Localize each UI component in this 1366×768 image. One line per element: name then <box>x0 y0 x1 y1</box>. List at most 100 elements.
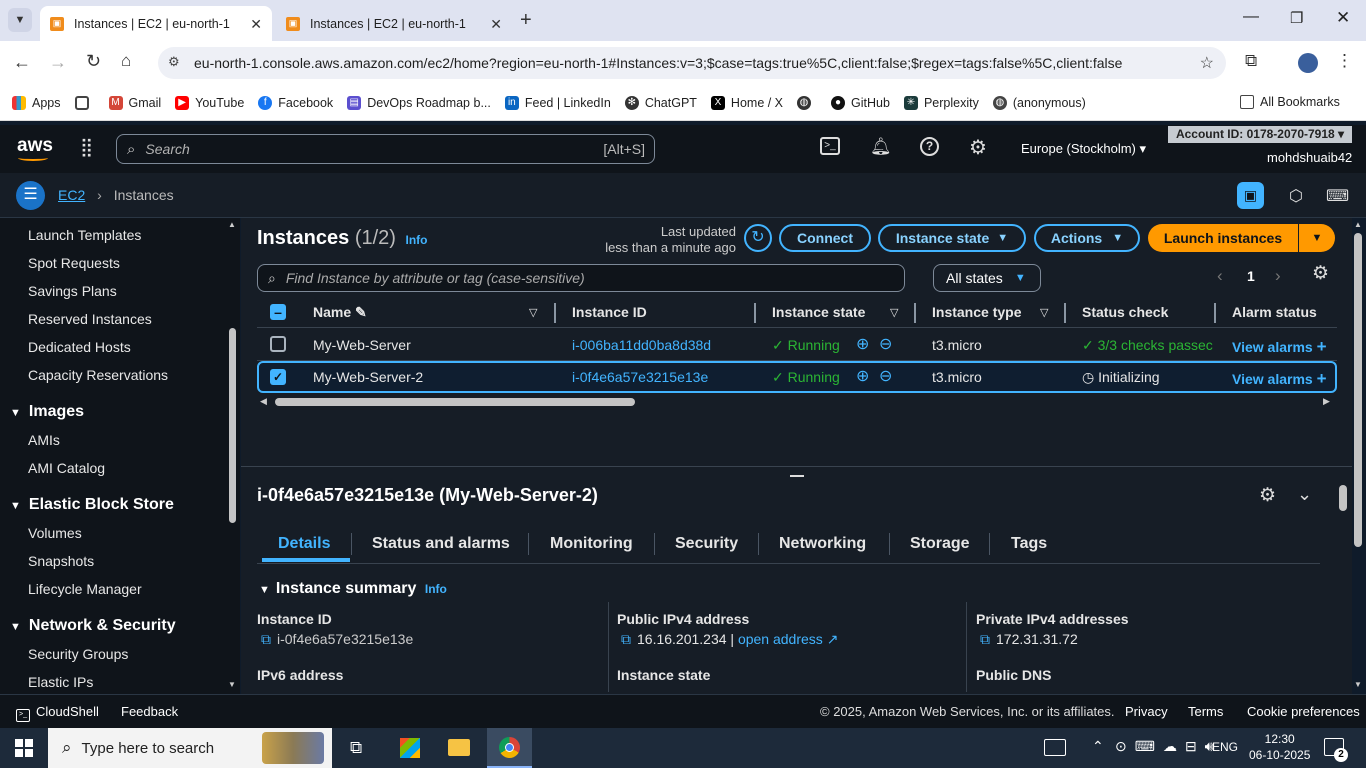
task-view-icon[interactable]: ⧉ <box>350 738 362 758</box>
copy-icon[interactable]: ⧉ <box>261 631 271 647</box>
bookmark-anonymous[interactable]: ◍ (anonymous) <box>992 95 1086 110</box>
cloudshell-link[interactable]: >_ CloudShell <box>16 704 99 722</box>
view-alarms-link[interactable]: View alarms + <box>1232 337 1327 357</box>
sort-name-icon[interactable]: ▽ <box>529 306 537 319</box>
extensions-icon[interactable]: ⧉ <box>1245 51 1257 71</box>
bookmark-tab-groups[interactable] <box>74 95 95 110</box>
tab-status-and-alarms[interactable]: Status and alarms <box>372 535 510 553</box>
aws-search-input[interactable]: ⌕ Search [Alt+S] <box>116 134 655 164</box>
split-panel-divider[interactable] <box>241 466 1352 467</box>
column-name[interactable]: Name ✎ <box>313 304 367 321</box>
bookmark-linkedin[interactable]: in Feed | LinkedIn <box>504 95 611 110</box>
bookmark-globe[interactable]: ◍ <box>797 95 817 110</box>
details-settings-gear-icon[interactable]: ⚙ <box>1259 484 1276 507</box>
bookmark-youtube[interactable]: ▶ YouTube <box>175 95 244 110</box>
tab-tags[interactable]: Tags <box>1011 535 1047 553</box>
scroll-right-icon[interactable]: ▶ <box>1323 396 1330 407</box>
sort-type-icon[interactable]: ▽ <box>1040 306 1048 319</box>
address-bar[interactable]: ⚙ eu-north-1.console.aws.amazon.com/ec2/… <box>158 47 1226 79</box>
browser-menu-icon[interactable]: ⋮ <box>1336 51 1353 71</box>
scroll-left-icon[interactable]: ◀ <box>260 396 267 407</box>
main-scroll-down-icon[interactable]: ▼ <box>1354 680 1362 689</box>
launch-dropdown-button[interactable]: ▼ <box>1299 224 1335 252</box>
browser-tab-active[interactable]: ▣ Instances | EC2 | eu-north-1 ✕ <box>40 6 272 41</box>
connect-button[interactable]: Connect <box>779 224 871 252</box>
windows-start-icon[interactable] <box>15 739 33 757</box>
sidebar-item-launch-templates[interactable]: Launch Templates <box>28 227 141 243</box>
tray-icons[interactable]: ⊙⌨☁⊟🔊︎ <box>1115 738 1222 755</box>
language-indicator[interactable]: ENG <box>1212 740 1238 754</box>
main-scrollbar[interactable] <box>1354 233 1362 547</box>
news-widget-icon[interactable] <box>1044 739 1066 756</box>
bookmark-gmail[interactable]: M Gmail <box>108 95 161 110</box>
column-alarm-status[interactable]: Alarm status <box>1232 304 1317 320</box>
main-scroll-up-icon[interactable]: ▲ <box>1354 220 1362 229</box>
tab-storage[interactable]: Storage <box>910 535 970 553</box>
pagination-prev-icon[interactable]: ‹ <box>1217 266 1223 286</box>
sidebar-item-snapshots[interactable]: Snapshots <box>28 553 94 569</box>
sidebar-item-volumes[interactable]: Volumes <box>28 525 82 541</box>
info-link[interactable]: Info <box>425 582 447 596</box>
sidebar-item-elastic-ips[interactable]: Elastic IPs <box>28 674 93 690</box>
sort-state-icon[interactable]: ▽ <box>890 306 898 319</box>
pagination-next-icon[interactable]: › <box>1275 266 1281 286</box>
cloudshell-icon[interactable]: >_ <box>820 137 840 155</box>
sidebar-section-network-security[interactable]: ▼ Network & Security <box>10 617 176 635</box>
bookmark-facebook[interactable]: f Facebook <box>258 95 333 110</box>
zoom-out-icon[interactable]: ⊖ <box>879 366 892 386</box>
resize-handle-icon[interactable] <box>790 475 804 477</box>
row-checkbox[interactable] <box>270 336 286 352</box>
sidebar-item-security-groups[interactable]: Security Groups <box>28 646 128 662</box>
bookmark-star-icon[interactable]: ☆ <box>1200 53 1214 73</box>
column-instance-state[interactable]: Instance state <box>772 304 865 320</box>
column-instance-type[interactable]: Instance type <box>932 304 1021 320</box>
browser-tab[interactable]: ▣ Instances | EC2 | eu-north-1 ✕ <box>276 6 512 41</box>
breadcrumb-ec2-link[interactable]: EC2 <box>58 187 85 203</box>
close-tab-icon[interactable]: ✕ <box>250 16 262 33</box>
sidebar-scroll-down-icon[interactable]: ▼ <box>228 680 236 689</box>
split-panel-icon[interactable]: ▣ <box>1237 182 1264 209</box>
taskbar-search-box[interactable]: ⌕ Type here to search <box>48 728 332 768</box>
view-alarms-link[interactable]: View alarms + <box>1232 369 1327 389</box>
table-horizontal-scrollbar[interactable] <box>275 398 635 406</box>
sidebar-scroll-up-icon[interactable]: ▲ <box>228 220 236 229</box>
table-preferences-gear-icon[interactable]: ⚙ <box>1312 262 1329 285</box>
sidebar-item-reserved-instances[interactable]: Reserved Instances <box>28 311 152 327</box>
close-window-icon[interactable]: ✕ <box>1336 8 1350 28</box>
tab-search-button[interactable]: ▼ <box>8 8 32 32</box>
sidebar-item-spot-requests[interactable]: Spot Requests <box>28 255 120 271</box>
column-instance-id[interactable]: Instance ID <box>572 304 647 320</box>
bookmark-apps[interactable]: Apps <box>12 95 61 110</box>
tab-monitoring[interactable]: Monitoring <box>550 535 633 553</box>
collapse-chevron-icon[interactable]: ⌄ <box>1297 484 1312 505</box>
column-status-check[interactable]: Status check <box>1082 304 1168 320</box>
settings-gear-icon[interactable]: ⚙ <box>969 135 987 160</box>
terms-link[interactable]: Terms <box>1188 704 1223 719</box>
tray-overflow-icon[interactable]: ⌃ <box>1092 738 1104 755</box>
tab-security[interactable]: Security <box>675 535 738 553</box>
launch-instances-button[interactable]: Launch instances <box>1148 224 1298 252</box>
services-grid-icon[interactable]: ⣿ <box>80 137 93 158</box>
tab-details[interactable]: Details <box>278 535 330 553</box>
bookmark-chatgpt[interactable]: ✻ ChatGPT <box>624 95 697 110</box>
pagination-page[interactable]: 1 <box>1247 268 1255 284</box>
notifications-bell-icon[interactable]: 🔔︎ <box>870 137 892 157</box>
instance-id-link[interactable]: i-0f4e6a57e3215e13e <box>572 369 708 385</box>
bookmark-github[interactable]: ● GitHub <box>831 95 890 110</box>
details-scrollbar[interactable] <box>1339 485 1347 511</box>
restore-window-icon[interactable]: ❐ <box>1290 9 1303 27</box>
open-address-link[interactable]: open address <box>738 631 823 647</box>
file-explorer-icon[interactable] <box>448 739 470 756</box>
minimize-window-icon[interactable]: — <box>1243 8 1259 26</box>
select-all-checkbox[interactable]: – <box>270 304 286 320</box>
sidebar-section-images[interactable]: ▼ Images <box>10 403 84 421</box>
menu-hamburger-icon[interactable]: ☰ <box>16 181 45 210</box>
help-icon[interactable]: ? <box>920 137 939 156</box>
cookie-preferences-link[interactable]: Cookie preferences <box>1247 704 1360 719</box>
tab-networking[interactable]: Networking <box>779 535 866 553</box>
sidebar-item-amis[interactable]: AMIs <box>28 432 60 448</box>
bookmark-perplexity[interactable]: ✳ Perplexity <box>903 95 979 110</box>
sidebar-item-dedicated-hosts[interactable]: Dedicated Hosts <box>28 339 131 355</box>
clock[interactable]: 12:30 06-10-2025 <box>1249 731 1310 763</box>
instance-state-dropdown[interactable]: Instance state ▼ <box>878 224 1026 252</box>
